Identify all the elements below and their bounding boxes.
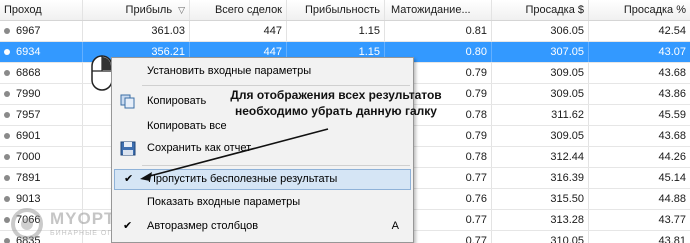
logo-icon <box>11 208 43 240</box>
column-header-drawdown-pct[interactable]: Просадка % <box>589 0 690 20</box>
column-header-drawdown-usd[interactable]: Просадка $ <box>492 0 589 20</box>
menu-item-skip-useless-results[interactable]: ✔ Пропустить бесполезные результаты <box>114 169 411 190</box>
column-header-profit[interactable]: Прибыль ▽ <box>83 0 190 20</box>
sort-descending-icon: ▽ <box>178 5 185 15</box>
row-status-icon <box>4 27 10 34</box>
column-header-pass[interactable]: Проход <box>0 0 83 20</box>
copy-icon <box>120 94 135 109</box>
table-header: Проход Прибыль ▽ Всего сделок Прибыльност… <box>0 0 690 21</box>
checkmark-icon: ✔ <box>123 220 133 232</box>
row-status-icon <box>4 111 10 118</box>
column-header-total-trades[interactable]: Всего сделок <box>190 0 287 20</box>
menu-shortcut: A <box>391 220 399 232</box>
menu-item-save-report[interactable]: Сохранить как отчет <box>114 138 411 159</box>
column-header-profit-factor[interactable]: Прибыльность <box>287 0 385 20</box>
context-menu: Установить входные параметры Копировать … <box>111 57 414 243</box>
row-status-icon <box>4 153 10 160</box>
row-status-icon <box>4 48 10 55</box>
save-disk-icon <box>120 141 136 156</box>
annotation-callout: Для отображения всех результатов необход… <box>230 88 442 118</box>
menu-separator <box>142 165 410 166</box>
row-status-icon <box>4 132 10 139</box>
menu-item-set-input-params[interactable]: Установить входные параметры <box>114 61 411 82</box>
menu-item-show-input-params[interactable]: Показать входные параметры <box>114 192 411 213</box>
column-header-expected-payoff[interactable]: Матожидание... <box>385 0 492 20</box>
row-status-icon <box>4 69 10 76</box>
menu-item-autosize-columns[interactable]: ✔ Авторазмер столбцов A <box>114 216 411 237</box>
table-row[interactable]: 6967 361.03 447 1.15 0.81 306.05 42.54 <box>0 21 690 42</box>
menu-separator <box>142 85 410 86</box>
row-status-icon <box>4 195 10 202</box>
menu-item-copy-all[interactable]: Копировать все <box>114 116 411 137</box>
row-status-icon <box>4 90 10 97</box>
row-status-icon <box>4 174 10 181</box>
checkmark-icon: ✔ <box>124 173 134 185</box>
